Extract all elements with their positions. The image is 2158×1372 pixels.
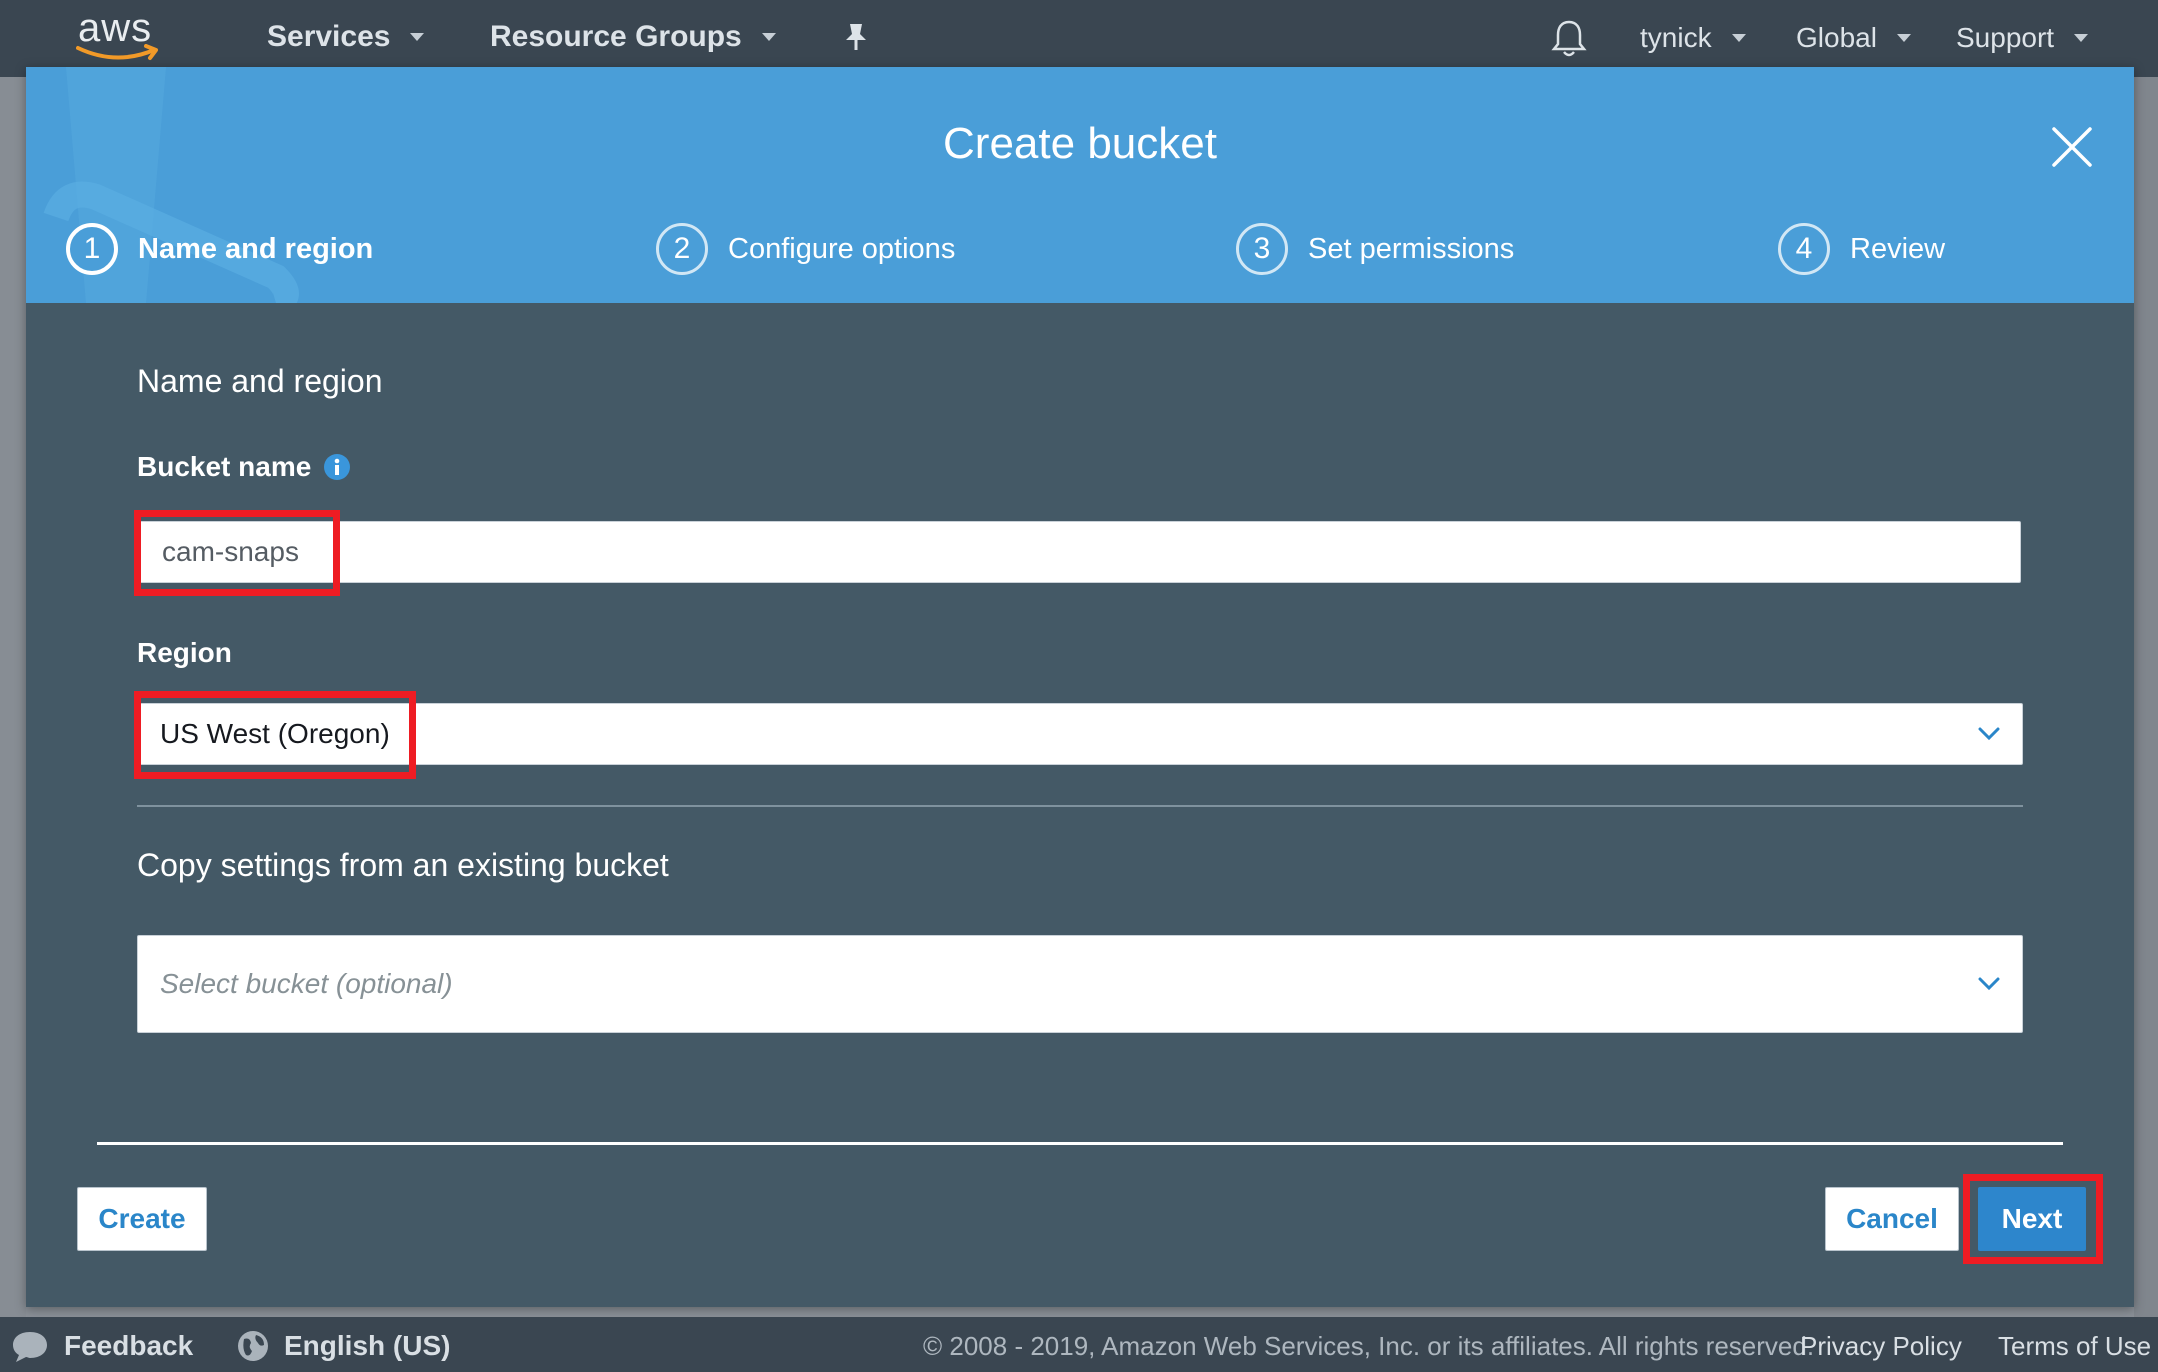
step-label: Configure options [728, 232, 956, 265]
step-label: Name and region [138, 232, 374, 265]
region-menu[interactable]: Global [1796, 22, 1911, 54]
globe-icon [238, 1331, 268, 1361]
account-username: tynick [1640, 22, 1712, 53]
top-navigation-bar: aws Services Resource Groups tynick Glob… [0, 0, 2158, 77]
region-selected-value: US West (Oregon) [160, 718, 390, 749]
copy-settings-title: Copy settings from an existing bucket [137, 847, 669, 883]
chevron-down-icon [1978, 977, 2000, 991]
create-button[interactable]: Create [77, 1187, 207, 1251]
step-number-circle: 4 [1778, 223, 1830, 275]
info-icon[interactable] [323, 453, 351, 481]
cancel-button[interactable]: Cancel [1825, 1187, 1959, 1251]
step-name-and-region[interactable]: 1 Name and region [66, 223, 373, 275]
region-menu-label: Global [1796, 22, 1877, 53]
region-label-text: Region [137, 637, 232, 668]
chevron-down-icon [410, 33, 425, 41]
speech-bubble-icon [13, 1332, 47, 1362]
chevron-down-icon [2074, 34, 2089, 42]
privacy-policy-link[interactable]: Privacy Policy [1800, 1331, 1962, 1362]
services-menu[interactable]: Services [267, 20, 425, 54]
copyright-text: © 2008 - 2019, Amazon Web Services, Inc.… [923, 1331, 1815, 1361]
close-icon[interactable] [2050, 125, 2094, 169]
bucket-name-input[interactable] [137, 521, 2021, 583]
step-review[interactable]: 4 Review [1778, 223, 1945, 275]
next-button[interactable]: Next [1978, 1187, 2086, 1251]
pin-icon[interactable] [842, 22, 870, 57]
resource-groups-label: Resource Groups [490, 20, 742, 53]
language-label: English (US) [284, 1330, 451, 1361]
account-menu[interactable]: tynick [1640, 22, 1746, 54]
copy-settings-select[interactable]: Select bucket (optional) [137, 935, 2023, 1033]
step-label: Review [1850, 232, 1946, 265]
feedback-link[interactable]: Feedback [10, 1329, 193, 1363]
bucket-name-label-text: Bucket name [137, 451, 312, 482]
chevron-down-icon [1896, 34, 1911, 42]
support-label: Support [1956, 22, 2055, 53]
step-configure-options[interactable]: 2 Configure options [656, 223, 955, 275]
region-select[interactable]: US West (Oregon) [137, 703, 2023, 765]
region-label: Region [137, 637, 232, 669]
create-bucket-dialog: Create bucket 1 Name and region 2 Config… [26, 67, 2134, 1307]
step-set-permissions[interactable]: 3 Set permissions [1236, 223, 1514, 275]
support-menu[interactable]: Support [1956, 22, 2089, 54]
step-label: Set permissions [1308, 232, 1515, 265]
feedback-label: Feedback [64, 1330, 194, 1361]
footer-divider [97, 1142, 2063, 1145]
language-selector[interactable]: English (US) [236, 1329, 450, 1363]
terms-of-use-link[interactable]: Terms of Use [1998, 1331, 2151, 1362]
step-number-circle: 2 [656, 223, 708, 275]
resource-groups-menu[interactable]: Resource Groups [490, 20, 776, 54]
chevron-down-icon [1731, 34, 1746, 42]
notifications-bell-icon[interactable] [1551, 18, 1587, 63]
section-divider [137, 805, 2023, 807]
copy-settings-placeholder: Select bucket (optional) [160, 968, 453, 999]
chevron-down-icon [1978, 727, 2000, 741]
aws-smile-icon [76, 44, 158, 60]
services-label: Services [267, 20, 391, 53]
section-title: Name and region [137, 363, 383, 399]
console-footer: Feedback English (US) © 2008 - 2019, Ama… [0, 1317, 2158, 1372]
dialog-title: Create bucket [943, 119, 1217, 168]
step-number-circle: 3 [1236, 223, 1288, 275]
chevron-down-icon [761, 33, 776, 41]
step-number-circle: 1 [66, 223, 118, 275]
aws-logo[interactable]: aws [72, 6, 167, 70]
background-left-strip [0, 77, 26, 1317]
dialog-header: Create bucket 1 Name and region 2 Config… [26, 67, 2134, 303]
bucket-name-label: Bucket name [137, 451, 351, 483]
background-right-strip [2134, 77, 2158, 1317]
